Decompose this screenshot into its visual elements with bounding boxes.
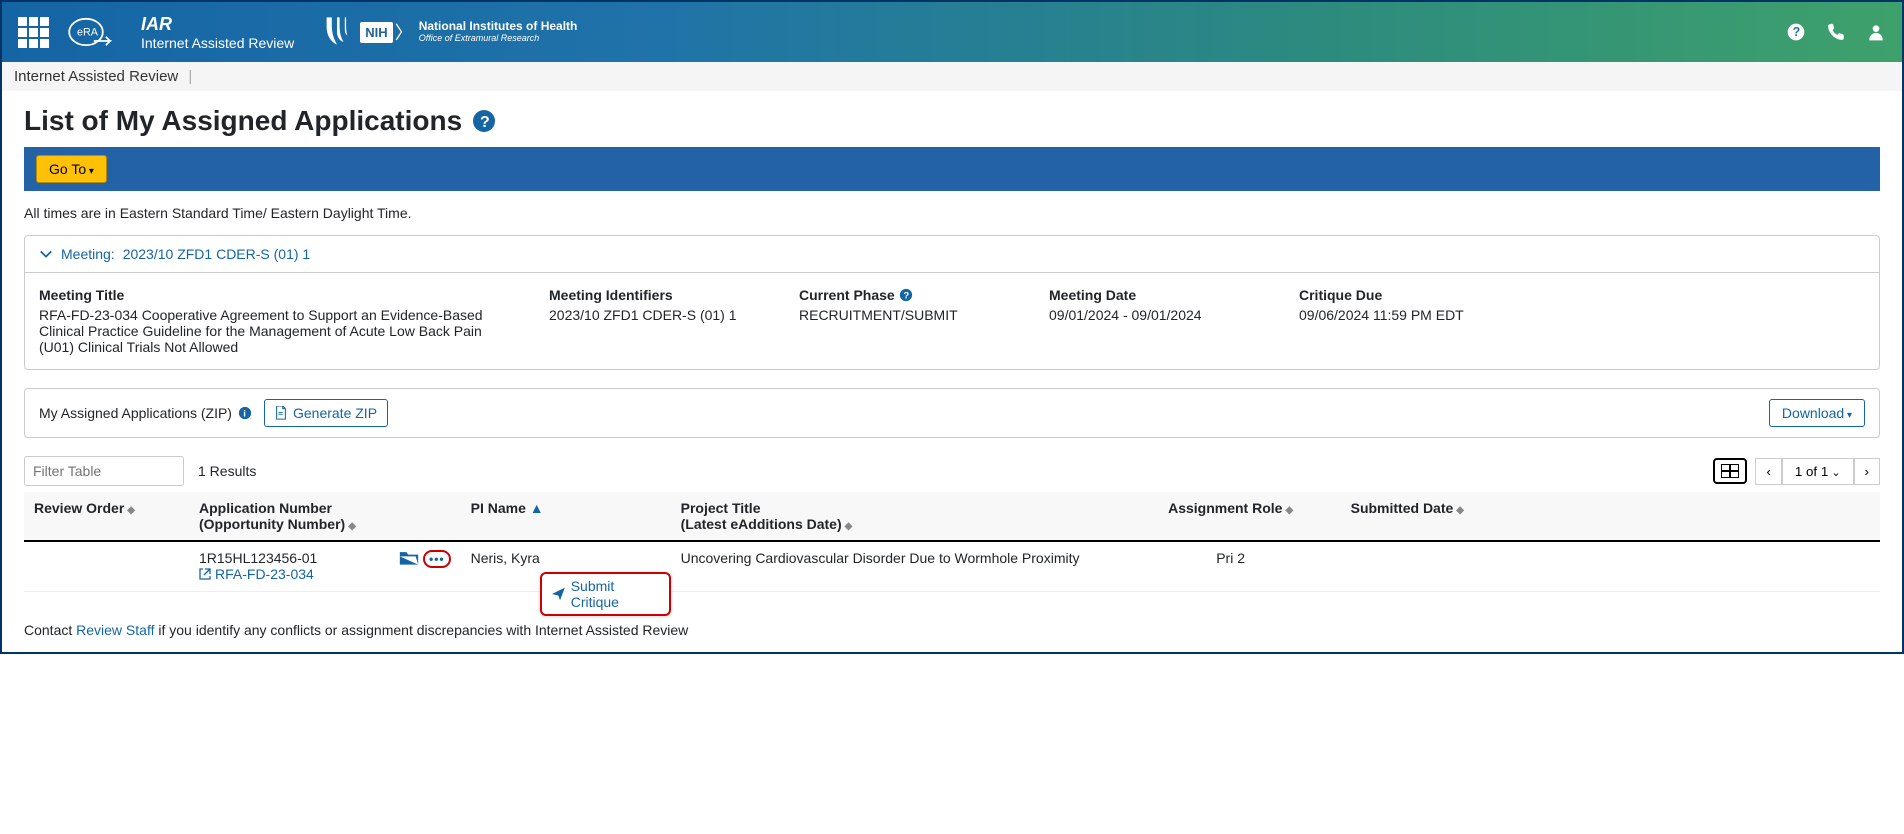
col-pi-name[interactable]: PI Name ▲ (461, 492, 671, 541)
phone-icon[interactable] (1826, 22, 1846, 42)
breadcrumb-separator: | (188, 68, 192, 85)
meeting-header-id: 2023/10 ZFD1 CDER-S (01) 1 (123, 246, 311, 262)
applications-table: Review Order◆ Application Number (Opport… (24, 492, 1880, 592)
meeting-date-label: Meeting Date (1049, 287, 1269, 303)
nih-block: NIH 〉 National Institutes of Health Offi… (360, 19, 577, 45)
meeting-phase-value: RECRUITMENT/SUBMIT (799, 307, 1019, 323)
cell-submitted-date (1341, 541, 1880, 592)
prev-page-button[interactable]: ‹ (1755, 458, 1781, 485)
table-icon (1721, 464, 1739, 478)
generate-zip-button[interactable]: Generate ZIP (264, 399, 388, 427)
more-actions-button[interactable]: ••• (423, 550, 451, 568)
cell-review-order (24, 541, 189, 592)
user-icon[interactable] (1866, 22, 1886, 42)
col-app-number[interactable]: Application Number (Opportunity Number)◆ (189, 492, 389, 541)
help-icon[interactable]: ? (472, 109, 496, 133)
timezone-note: All times are in Eastern Standard Time/ … (24, 205, 1880, 221)
critique-due-label: Critique Due (1299, 287, 1519, 303)
era-logo: eRA (65, 12, 125, 52)
cell-assignment-role: Pri 2 (1121, 541, 1341, 592)
chevron-down-icon (39, 247, 53, 261)
breadcrumb: Internet Assisted Review | (2, 62, 1902, 91)
help-icon[interactable]: ? (1786, 22, 1806, 42)
nih-text-1: National Institutes of Health (419, 20, 578, 33)
download-button[interactable]: Download (1769, 399, 1865, 427)
sort-icon: ◆ (1285, 505, 1293, 516)
col-assignment-role[interactable]: Assignment Role◆ (1121, 492, 1341, 541)
app-header: eRA IAR Internet Assisted Review NIH 〉 N… (2, 2, 1902, 62)
svg-text:?: ? (480, 114, 490, 131)
cell-pi-name: Neris, Kyra Submit Critique (461, 541, 671, 592)
page-selector[interactable]: 1 of 1 (1782, 458, 1854, 485)
svg-text:?: ? (1793, 25, 1801, 39)
hhs-logo (324, 16, 350, 49)
help-icon[interactable]: ? (899, 288, 913, 302)
meeting-header-label: Meeting: (61, 246, 115, 262)
results-count: 1 Results (198, 463, 256, 479)
app-title: IAR (141, 14, 294, 35)
cell-project-title: Uncovering Cardiovascular Disorder Due t… (671, 541, 1121, 592)
col-submitted-date[interactable]: Submitted Date◆ (1341, 492, 1880, 541)
sort-asc-icon: ▲ (530, 500, 544, 516)
svg-text:?: ? (903, 291, 909, 302)
table-view-toggle[interactable] (1713, 458, 1747, 484)
meeting-panel: Meeting: 2023/10 ZFD1 CDER-S (01) 1 Meet… (24, 235, 1880, 370)
meeting-date-value: 09/01/2024 - 09/01/2024 (1049, 307, 1269, 323)
meeting-title-value: RFA-FD-23-034 Cooperative Agreement to S… (39, 307, 519, 355)
review-staff-link[interactable]: Review Staff (76, 622, 154, 638)
table-row: 1R15HL123456-01 RFA-FD-23-034 ••• (24, 541, 1880, 592)
sort-icon: ◆ (845, 521, 853, 532)
sort-icon: ◆ (1456, 505, 1464, 516)
critique-due-value: 09/06/2024 11:59 PM EDT (1299, 307, 1519, 323)
goto-toolbar: Go To (24, 147, 1880, 191)
sort-icon: ◆ (127, 505, 135, 516)
zip-label: My Assigned Applications (ZIP) (39, 405, 232, 421)
cell-app-number: 1R15HL123456-01 RFA-FD-23-034 (189, 541, 389, 592)
chevron-right-icon: 〉 (395, 19, 413, 45)
meeting-collapse-header[interactable]: Meeting: 2023/10 ZFD1 CDER-S (01) 1 (25, 236, 1879, 273)
paper-plane-icon (552, 587, 565, 601)
app-subtitle: Internet Assisted Review (141, 35, 294, 51)
nih-badge: NIH (360, 22, 392, 43)
info-icon[interactable]: i (238, 406, 252, 420)
meeting-identifiers-value: 2023/10 ZFD1 CDER-S (01) 1 (549, 307, 769, 323)
footer-note: Contact Review Staff if you identify any… (24, 622, 1880, 638)
app-title-block: IAR Internet Assisted Review (141, 14, 294, 51)
next-page-button[interactable]: › (1854, 458, 1880, 485)
meeting-identifiers-label: Meeting Identifiers (549, 287, 769, 303)
folder-icon[interactable] (399, 550, 419, 569)
col-actions (389, 492, 461, 541)
svg-text:i: i (243, 409, 246, 420)
cell-actions: ••• (389, 541, 461, 592)
submit-critique-menu-item[interactable]: Submit Critique (540, 572, 671, 616)
sort-icon: ◆ (348, 521, 356, 532)
col-project-title[interactable]: Project Title (Latest eAdditions Date)◆ (671, 492, 1121, 541)
file-icon (275, 406, 287, 420)
opportunity-link[interactable]: RFA-FD-23-034 (199, 566, 314, 582)
meeting-title-label: Meeting Title (39, 287, 519, 303)
page-title: List of My Assigned Applications (24, 105, 462, 137)
goto-button[interactable]: Go To (36, 155, 107, 183)
meeting-phase-label: Current Phase (799, 287, 895, 303)
breadcrumb-item[interactable]: Internet Assisted Review (14, 68, 178, 85)
svg-text:eRA: eRA (77, 27, 99, 39)
apps-menu-icon[interactable] (18, 17, 49, 48)
zip-toolbar: My Assigned Applications (ZIP) i Generat… (24, 388, 1880, 438)
external-link-icon (199, 568, 211, 580)
nih-text-2: Office of Extramural Research (419, 34, 578, 44)
col-review-order[interactable]: Review Order◆ (24, 492, 189, 541)
filter-table-input[interactable] (24, 456, 184, 486)
